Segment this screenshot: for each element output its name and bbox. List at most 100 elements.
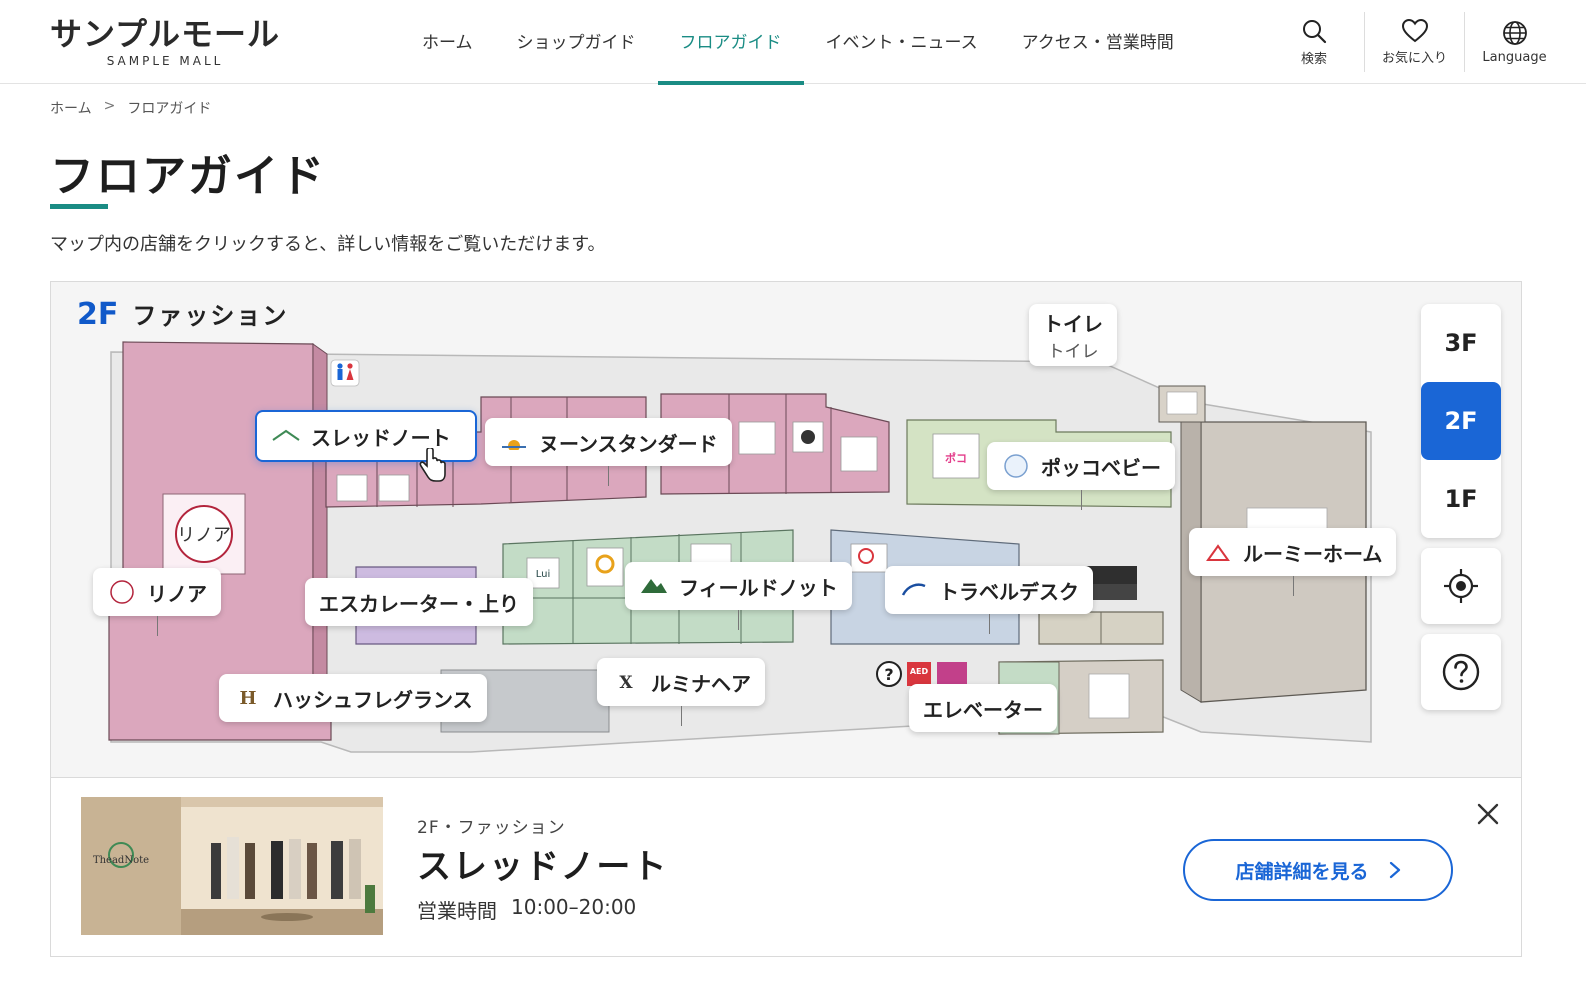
nav-access-hours[interactable]: アクセス・営業時間 xyxy=(1000,0,1196,84)
breadcrumb-separator: > xyxy=(103,98,116,114)
hours-label: 営業時間 xyxy=(417,899,497,923)
floor-button-1f[interactable]: 1F xyxy=(1421,460,1501,538)
page-lead: マップ内の店舗をクリックすると、詳しい情報をご覧いただけます。 xyxy=(50,234,606,255)
nav-shop-guide[interactable]: ショップガイド xyxy=(495,0,658,84)
globe-icon xyxy=(1502,20,1527,45)
current-floor-label: 2F ファッション xyxy=(77,296,288,332)
field-knot-logo-icon xyxy=(639,574,669,598)
tag-elevator[interactable]: エレベーター xyxy=(909,684,1057,732)
svg-text:ポコ: ポコ xyxy=(945,451,967,465)
tag-field-knot[interactable]: フィールドノット xyxy=(625,562,852,630)
question-icon xyxy=(1442,653,1480,691)
close-panel-button[interactable] xyxy=(1471,797,1505,831)
tag-field-pin xyxy=(738,610,740,630)
tag-travel-desk-label: トラベルデスク xyxy=(939,579,1079,604)
svg-text:?: ? xyxy=(884,665,893,684)
svg-text:X: X xyxy=(619,673,633,693)
logo-ja: サンプルモール xyxy=(50,15,281,53)
tag-hash-fragrance-label: ハッシュフレグランス xyxy=(273,687,473,712)
tag-roomy-home-label: ルーミーホーム xyxy=(1243,541,1383,566)
lumina-hair-logo-icon: X xyxy=(611,670,641,694)
tag-roomy-home[interactable]: ルーミーホーム xyxy=(1189,528,1397,596)
roomy-home-logo-icon xyxy=(1203,540,1233,564)
pointer-hand-icon xyxy=(417,446,447,487)
tag-travel-desk[interactable]: トラベルデスク xyxy=(885,566,1093,634)
page-title: フロアガイド xyxy=(50,151,326,202)
tag-thread-note-label: スレッドノート xyxy=(311,425,451,450)
tag-noon-standard-label: ヌーンスタンダード xyxy=(539,431,718,456)
nav-home[interactable]: ホーム xyxy=(400,0,495,84)
floor-map[interactable]: リノア ポコ Lui ? AED 2F ファッション トイレ トイレ スレッドノ… xyxy=(51,282,1521,778)
logo-en: SAMPLE MALL xyxy=(106,54,224,68)
rinoa-logo-icon xyxy=(107,580,137,604)
close-icon xyxy=(1477,803,1499,825)
site-logo[interactable]: サンプルモール SAMPLE MALL xyxy=(50,14,280,68)
help-button[interactable] xyxy=(1421,634,1501,710)
header-tools: 検索 お気に入り Language xyxy=(1264,0,1564,84)
shop-thumbnail: TheadNote xyxy=(81,797,383,935)
svg-text:AED: AED xyxy=(910,667,929,676)
shop-name: スレッドノート xyxy=(417,847,669,887)
tag-rinoa[interactable]: リノア xyxy=(93,568,221,636)
tag-rinoa-label: リノア xyxy=(147,581,207,606)
thread-note-logo-icon xyxy=(271,424,301,448)
global-nav: ホーム ショップガイド フロアガイド イベント・ニュース アクセス・営業時間 xyxy=(400,0,1196,85)
tag-travel-pin xyxy=(989,614,990,634)
hours-value: 10:00–20:00 xyxy=(511,895,637,919)
title-underline xyxy=(50,204,108,209)
floor-button-2f[interactable]: 2F xyxy=(1421,382,1501,460)
toilet-pictogram xyxy=(330,359,360,387)
tag-pocco-baby[interactable]: ポッコベビー xyxy=(987,442,1175,510)
search-button[interactable]: 検索 xyxy=(1264,12,1364,72)
site-header: サンプルモール SAMPLE MALL ホーム ショップガイド フロアガイド イ… xyxy=(0,0,1586,85)
language-label: Language xyxy=(1482,49,1547,65)
tag-pocco-baby-label: ポッコベビー xyxy=(1041,455,1161,480)
shop-category: 2F・ファッション xyxy=(417,818,566,838)
nav-events-news[interactable]: イベント・ニュース xyxy=(804,0,1000,84)
tag-escalator-label: エスカレーター・上り xyxy=(319,591,519,616)
floor-number: 2F xyxy=(77,297,119,332)
heart-icon xyxy=(1401,18,1428,42)
breadcrumb-current: フロアガイド xyxy=(127,101,212,117)
thumb-logo-text: TheadNote xyxy=(93,855,149,866)
noon-standard-logo-icon xyxy=(499,430,529,454)
language-button[interactable]: Language xyxy=(1464,12,1564,72)
breadcrumb-home[interactable]: ホーム xyxy=(50,98,92,118)
floor-button-3f[interactable]: 3F xyxy=(1421,304,1501,382)
selected-shop-panel: TheadNote 2F・ファッション スレッドノート 営業時間 10:00–2… xyxy=(51,779,1521,956)
tag-toilet-sub: トイレ xyxy=(1047,342,1099,362)
breadcrumb: ホーム > フロアガイド xyxy=(50,98,211,118)
floor-category: ファッション xyxy=(132,302,289,330)
floor-map-card: リノア ポコ Lui ? AED 2F ファッション トイレ トイレ スレッドノ… xyxy=(50,281,1522,957)
tag-lumina-hair-label: ルミナヘア xyxy=(651,671,751,696)
current-location-button[interactable] xyxy=(1421,548,1501,624)
tag-thread-note[interactable]: スレッドノート xyxy=(255,410,477,482)
shop-detail-label: 店舗詳細を見る xyxy=(1235,860,1369,883)
tag-lumina-hair[interactable]: X ルミナヘア xyxy=(597,658,765,726)
tag-escalator-up[interactable]: エスカレーター・上り xyxy=(305,578,533,626)
tag-lumina-pin xyxy=(681,706,682,726)
search-label: 検索 xyxy=(1300,51,1327,67)
tag-noon-pin xyxy=(608,466,610,486)
tag-noon-standard[interactable]: ヌーンスタンダード xyxy=(485,418,732,486)
nav-floor-guide[interactable]: フロアガイド xyxy=(657,0,804,85)
pocco-baby-logo-icon xyxy=(1001,454,1031,478)
tag-elevator-label: エレベーター xyxy=(923,697,1043,722)
tag-rinoa-pin xyxy=(157,616,158,636)
tag-pocco-pin xyxy=(1081,490,1082,510)
tag-toilet[interactable]: トイレ トイレ xyxy=(1029,304,1117,366)
rinoa-sign-text: リノア xyxy=(177,525,231,546)
tag-toilet-label: トイレ xyxy=(1043,312,1103,336)
shop-hours: 営業時間 10:00–20:00 xyxy=(417,895,636,924)
crosshair-icon xyxy=(1444,569,1478,603)
search-icon xyxy=(1303,19,1327,43)
floor-button-group: 3F 2F 1F xyxy=(1421,304,1501,538)
favorites-button[interactable]: お気に入り xyxy=(1364,12,1464,72)
tag-roomy-pin xyxy=(1292,576,1294,596)
hash-fragrance-logo-icon: H xyxy=(233,686,263,710)
svg-text:Lui: Lui xyxy=(536,569,551,580)
tag-field-knot-label: フィールドノット xyxy=(679,575,838,600)
shop-detail-button[interactable]: 店舗詳細を見る xyxy=(1183,839,1453,901)
floor-switcher: 3F 2F 1F xyxy=(1421,304,1501,710)
tag-hash-fragrance[interactable]: H ハッシュフレグランス xyxy=(219,674,487,722)
